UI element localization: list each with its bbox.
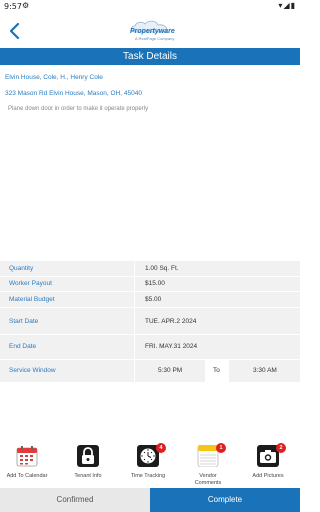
material-budget-value: $5.00 — [145, 296, 162, 303]
tenant-info-button[interactable]: Tenant Info — [66, 440, 110, 488]
detail-row-material-budget: Material Budget $5.00 — [0, 292, 300, 307]
service-window-label: Service Window — [9, 367, 56, 374]
tab-complete[interactable]: Complete — [150, 488, 300, 512]
service-window-start[interactable]: 5:30 PM — [158, 367, 182, 374]
start-date-value[interactable]: TUE. APR.2 2024 — [145, 318, 196, 325]
worker-payout-label: Worker Payout — [9, 280, 52, 287]
add-pictures-label: Add Pictures — [252, 473, 284, 479]
detail-row-quantity: Quantity 1.00 Sq. Ft. — [0, 261, 300, 276]
add-pictures-button[interactable]: 2 Add Pictures — [246, 440, 290, 488]
end-date-value[interactable]: FRI. MAY.31 2024 — [145, 343, 197, 350]
service-window-end[interactable]: 3:30 AM — [253, 367, 277, 374]
status-tab-bar: Confirmed Complete — [0, 488, 300, 512]
battery-icon: ▮ — [290, 1, 296, 10]
chevron-left-icon — [9, 22, 20, 40]
material-budget-label: Material Budget — [9, 296, 55, 303]
detail-row-worker-payout: Worker Payout $15.00 — [0, 277, 300, 291]
detail-row-start-date[interactable]: Start Date TUE. APR.2 2024 — [0, 308, 300, 334]
calendar-icon — [16, 446, 38, 467]
page-title: Task Details — [0, 48, 300, 65]
tenant-info-label: Tenant Info — [74, 473, 102, 479]
lock-icon — [77, 445, 99, 467]
property-address-link[interactable]: 323 Mason Rd Elvin House, Mason, OH, 450… — [5, 90, 142, 97]
signal-icon: ◢ — [283, 1, 291, 10]
add-to-calendar-button[interactable]: Add To Calendar — [5, 440, 49, 488]
vendor-comments-label: Vendor Comments — [194, 473, 222, 486]
worker-payout-value: $15.00 — [145, 280, 165, 287]
vendor-comments-button[interactable]: 1 Vendor Comments — [186, 440, 230, 488]
status-bar: 9:57 ⚙ ▾◢▮ — [0, 0, 300, 13]
logo-text: Propertyware — [130, 28, 175, 35]
vendor-comments-badge: 1 — [216, 443, 226, 453]
settings-status-icon: ⚙ — [22, 1, 30, 10]
quantity-label: Quantity — [9, 265, 34, 272]
action-bar: Add To Calendar Tenant Info 4 Time Track… — [0, 440, 300, 488]
propertyware-logo: Propertyware A RealPage Company — [125, 20, 175, 44]
task-description: Plane down door in order to make it oper… — [8, 106, 149, 112]
time-tracking-badge: 4 — [156, 443, 166, 453]
back-button[interactable] — [6, 21, 24, 41]
logo-subtext: A RealPage Company — [135, 36, 175, 41]
to-label: To — [213, 367, 220, 374]
detail-row-end-date[interactable]: End Date FRI. MAY.31 2024 — [0, 335, 300, 359]
quantity-value: 1.00 Sq. Ft. — [145, 265, 179, 272]
end-date-label: End Date — [9, 343, 37, 350]
property-name-link[interactable]: Elvin House, Cole, H., Henry Cole — [5, 74, 103, 81]
add-pictures-badge: 2 — [276, 443, 286, 453]
tab-confirmed[interactable]: Confirmed — [0, 488, 150, 512]
status-indicators: ▾◢▮ — [278, 1, 296, 10]
time-tracking-button[interactable]: 4 Time Tracking — [126, 440, 170, 488]
start-date-label: Start Date — [9, 318, 39, 325]
app-header: Propertyware A RealPage Company — [0, 13, 300, 48]
status-time: 9:57 — [4, 2, 22, 11]
add-to-calendar-label: Add To Calendar — [6, 473, 48, 479]
time-tracking-label: Time Tracking — [130, 473, 166, 479]
